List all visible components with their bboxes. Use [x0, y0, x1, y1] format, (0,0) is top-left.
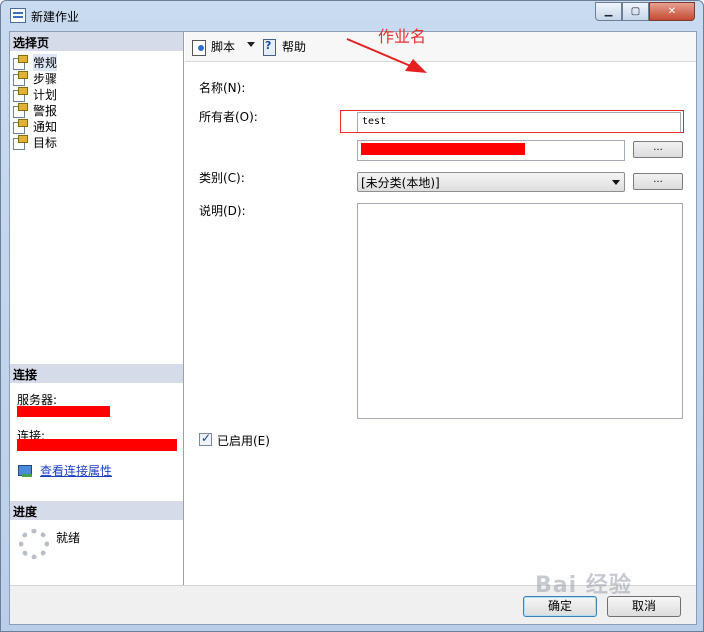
title-bar[interactable]: 新建作业 ▁ ▢ ✕	[1, 1, 703, 31]
page-item-label: 计划	[33, 87, 58, 102]
page-item-label: 警报	[33, 103, 58, 118]
description-textarea[interactable]	[357, 203, 683, 419]
page-item-notifications[interactable]: 通知	[12, 118, 57, 134]
select-page-header: 选择页	[10, 32, 183, 51]
page-item-steps[interactable]: 步骤	[12, 70, 57, 86]
page-icon	[12, 87, 28, 102]
help-button[interactable]: 帮助	[262, 38, 307, 56]
page-item-label: 通知	[33, 119, 58, 134]
page-icon	[12, 119, 28, 134]
general-form: 名称(N): test 所有者(O): ... 类别(C): [未分类(本地)]…	[185, 63, 696, 585]
category-browse-button[interactable]: ...	[633, 173, 683, 190]
enabled-checkbox[interactable]	[199, 431, 212, 446]
view-connection-properties[interactable]: 查看连接属性	[18, 462, 112, 479]
cancel-button[interactable]: 取消	[607, 596, 681, 617]
chevron-down-icon	[612, 180, 620, 185]
dialog-window: 新建作业 ▁ ▢ ✕ 选择页 常规 步骤 计划 警报 通知 目标 连接 服务器:…	[0, 0, 704, 632]
view-connection-link[interactable]: 查看连接属性	[40, 462, 112, 479]
page-icon	[12, 55, 28, 70]
connection-header: 连接	[10, 364, 183, 383]
category-select[interactable]: [未分类(本地)]	[357, 172, 625, 192]
dialog-client: 选择页 常规 步骤 计划 警报 通知 目标 连接 服务器: 连接: 查看连接属性…	[9, 31, 697, 625]
name-label: 名称(N):	[199, 81, 246, 95]
minimize-icon[interactable]: ▁	[595, 2, 622, 21]
annotation-highlight-box	[340, 110, 684, 133]
owner-label: 所有者(O):	[199, 110, 258, 124]
left-pane: 选择页 常规 步骤 计划 警报 通知 目标 连接 服务器: 连接: 查看连接属性…	[10, 32, 184, 585]
category-label: 类别(C):	[199, 171, 245, 185]
script-button[interactable]: 脚本	[191, 38, 236, 56]
enabled-label: 已启用(E)	[217, 434, 270, 448]
script-dropdown-icon[interactable]	[247, 42, 255, 47]
app-icon	[10, 8, 26, 23]
description-label: 说明(D):	[199, 204, 246, 218]
page-item-general[interactable]: 常规	[12, 53, 58, 71]
page-icon	[12, 135, 28, 150]
owner-browse-button[interactable]: ...	[633, 141, 683, 158]
close-icon[interactable]: ✕	[649, 2, 695, 21]
progress-status: 就绪	[56, 531, 81, 545]
window-title: 新建作业	[31, 10, 80, 24]
page-item-alerts[interactable]: 警报	[12, 102, 57, 118]
owner-value-redacted	[361, 143, 525, 155]
progress-header: 进度	[10, 501, 183, 520]
ok-button[interactable]: 确定	[523, 596, 597, 617]
category-value: [未分类(本地)]	[361, 176, 440, 190]
help-label: 帮助	[282, 40, 307, 54]
server-value-redacted	[17, 406, 110, 417]
page-item-targets[interactable]: 目标	[12, 134, 57, 150]
page-list: 常规 步骤 计划 警报 通知 目标	[12, 53, 58, 150]
connection-value-redacted	[17, 439, 177, 451]
page-item-label: 步骤	[33, 71, 58, 86]
maximize-icon[interactable]: ▢	[622, 2, 649, 21]
progress-spinner-icon	[19, 529, 49, 559]
page-icon	[12, 103, 28, 118]
page-item-schedules[interactable]: 计划	[12, 86, 57, 102]
annotation-arrow-icon	[346, 38, 427, 73]
page-item-label: 目标	[33, 135, 58, 150]
script-label: 脚本	[211, 40, 236, 54]
page-item-label: 常规	[33, 53, 58, 71]
help-icon	[262, 38, 278, 56]
script-icon	[191, 39, 207, 56]
page-icon	[12, 71, 28, 86]
connection-properties-icon	[18, 464, 34, 478]
watermark-logo: Bai 经验	[535, 573, 632, 598]
